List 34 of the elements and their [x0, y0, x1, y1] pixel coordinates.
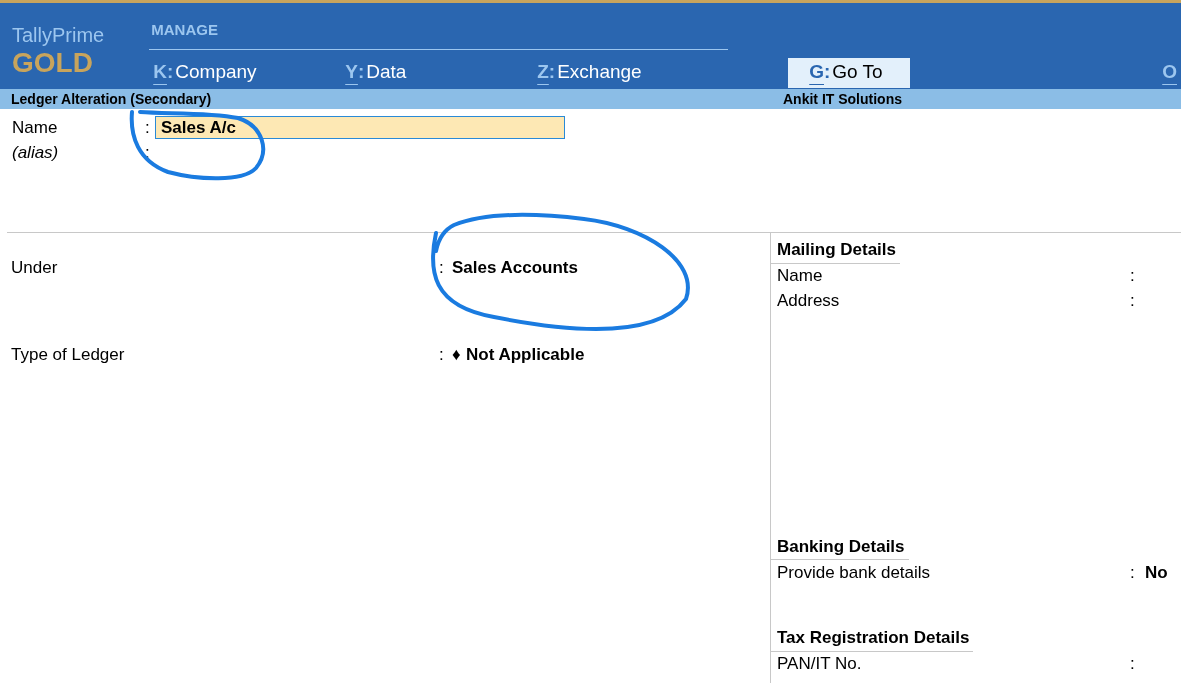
screen-title: Ledger Alteration (Secondary) — [10, 89, 213, 109]
name-input[interactable]: Sales A/c — [155, 116, 565, 139]
menu-item[interactable]: Y:Data — [341, 57, 411, 88]
field-value: Not Applicable — [466, 344, 585, 367]
field-label: Type of Ledger — [11, 344, 126, 367]
section-heading: Mailing Details — [777, 240, 897, 259]
field-label: (alias) — [12, 142, 59, 162]
menu-section-label: MANAGE — [151, 21, 218, 38]
company-name: Ankit IT Solutions — [783, 89, 902, 109]
field-label: Address — [777, 290, 841, 313]
diamond-bullet: ♦ — [452, 344, 462, 367]
field-value: Sales Accounts — [452, 257, 578, 280]
menu-item[interactable]: G:Go To — [788, 57, 911, 88]
menu-item[interactable]: K:Company — [149, 57, 261, 88]
field-label: Name — [777, 265, 824, 288]
menu-item[interactable]: O — [1158, 57, 1181, 88]
field-label: Under — [11, 257, 59, 280]
colon: : — [1130, 561, 1136, 584]
section-heading: Tax Registration Details — [777, 628, 970, 647]
colon: : — [145, 141, 151, 164]
field-label: PAN/IT No. — [777, 653, 863, 676]
field-label: Name — [12, 117, 58, 137]
colon: : — [1130, 653, 1136, 676]
menu-item[interactable]: Z:Exchange — [533, 57, 646, 88]
colon: : — [439, 257, 445, 280]
field-value: No — [1145, 561, 1168, 584]
colon: : — [145, 116, 151, 139]
edition-label: GOLD — [12, 47, 93, 79]
section-heading: Banking Details — [777, 536, 905, 556]
colon: : — [439, 344, 445, 367]
product-name: TallyPrime — [12, 23, 105, 47]
colon: : — [1130, 290, 1136, 313]
field-label: Provide bank details — [777, 561, 932, 584]
colon: : — [1130, 265, 1136, 288]
